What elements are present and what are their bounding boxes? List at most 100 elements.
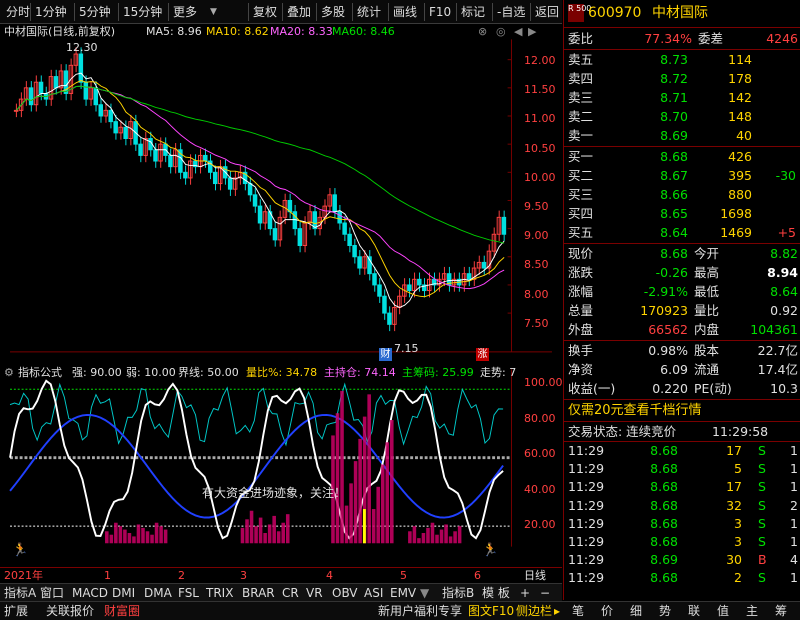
bid-row: 买二 8.67 395 -30	[564, 166, 800, 185]
tab-vr[interactable]: VR	[306, 585, 323, 601]
tick-row: 11:29 8.68 3 S 1	[564, 515, 800, 533]
fin-value: 10.3	[770, 381, 798, 396]
back-button[interactable]: 返回	[530, 3, 559, 21]
tab-fenshi[interactable]: 分时	[6, 3, 30, 21]
promo-link[interactable]: 仅需20元查看千档行情	[568, 401, 702, 420]
bottom-tab-shi[interactable]: 势	[659, 603, 671, 619]
zoom-in-icon[interactable]: +	[520, 585, 530, 601]
ask-price: 8.72	[660, 71, 688, 86]
tab-template[interactable]: 模 板	[482, 585, 510, 601]
tick-count: 2	[790, 497, 798, 513]
tab-asi[interactable]: ASI	[364, 585, 383, 601]
f10-graphic-link[interactable]: 图文F10	[468, 603, 514, 619]
tab-1min[interactable]: 1分钟	[30, 3, 67, 21]
ask-volume: 114	[728, 52, 752, 67]
ask-price: 8.71	[660, 90, 688, 105]
quote-label: 涨跌	[568, 265, 594, 280]
indicator-name[interactable]: 指标公式	[18, 365, 62, 381]
indicator-tick: 80.00	[524, 411, 556, 425]
time-label: 3	[240, 569, 247, 582]
period-label[interactable]: 日线	[524, 568, 546, 584]
tab-indicator-b[interactable]: 指标B	[442, 585, 474, 601]
bottom-tab-lian[interactable]: 联	[688, 603, 700, 619]
tab-cr[interactable]: CR	[282, 585, 299, 601]
bottom-tab-xi[interactable]: 细	[630, 603, 642, 619]
new-user-link[interactable]: 新用户福利专享	[378, 603, 462, 619]
huaxian-button[interactable]: 画线	[388, 3, 417, 21]
ask-level: 卖五	[568, 52, 594, 67]
bid-level: 买三	[568, 187, 594, 202]
tab-dmi[interactable]: DMI	[112, 585, 135, 601]
sidebar-link[interactable]: 侧边栏	[516, 603, 552, 619]
tab-fsl[interactable]: FSL	[178, 585, 199, 601]
price-tick: 8.50	[524, 258, 549, 272]
kline-chart[interactable]	[0, 24, 562, 564]
tab-window[interactable]: 窗口	[40, 585, 64, 601]
tab-more[interactable]: 更多	[168, 3, 197, 21]
cai-badge[interactable]: 财	[379, 348, 392, 361]
trade-status-time: 11:29:58	[712, 424, 769, 439]
bottom-tab-chou[interactable]: 筹	[775, 603, 787, 619]
chevron-down-icon[interactable]: ▼	[210, 3, 217, 21]
quote-label: 外盘	[568, 322, 594, 337]
tongji-button[interactable]: 统计	[352, 3, 381, 21]
weibi-row: 委比 77.34% 委差 4246	[564, 29, 800, 48]
tick-row: 11:29 8.68 17 S 1	[564, 478, 800, 496]
tick-count: 1	[790, 534, 798, 549]
zhang-badge[interactable]: 涨	[476, 348, 489, 361]
bottom-tab-bi[interactable]: 笔	[572, 603, 584, 619]
weicha-value: 4246	[766, 31, 798, 46]
quote-value: 170923	[640, 303, 688, 318]
indicator-ruo: 弱: 10.00	[126, 366, 176, 379]
tab-indicator-a[interactable]: 指标A	[4, 585, 36, 601]
bottom-tab-zhu[interactable]: 主	[746, 603, 758, 619]
wealth-circle-tab[interactable]: 财富圈	[104, 603, 140, 619]
runner-icon: 🏃	[12, 543, 29, 558]
bottom-tab-jia[interactable]: 价	[601, 603, 613, 619]
quote-label: 现价	[568, 246, 594, 261]
fin-value: 0.98%	[648, 343, 688, 358]
chevron-right-icon[interactable]: ▸	[554, 603, 560, 619]
price-tick: 11.50	[524, 83, 556, 97]
diejia-button[interactable]: 叠加	[282, 3, 311, 21]
tick-price: 8.68	[650, 497, 678, 513]
bottom-tab-zhi[interactable]: 值	[717, 603, 729, 619]
chevron-down-icon[interactable]: ▼	[420, 585, 429, 601]
tab-brar[interactable]: BRAR	[242, 585, 275, 601]
biaoji-button[interactable]: 标记	[456, 3, 485, 21]
tick-count: 1	[790, 443, 798, 458]
ask-price: 8.70	[660, 109, 688, 124]
duogu-button[interactable]: 多股	[316, 3, 345, 21]
tab-dma[interactable]: DMA	[144, 585, 172, 601]
tick-count: 1	[790, 461, 798, 477]
zixuan-button[interactable]: -自选	[492, 3, 525, 21]
gear-icon[interactable]: ⚙	[4, 365, 14, 381]
tick-side: B	[758, 552, 767, 568]
tick-time: 11:29	[568, 497, 605, 513]
tab-trix[interactable]: TRIX	[206, 585, 233, 601]
bid-price: 8.67	[660, 168, 688, 183]
related-quote-tab[interactable]: 关联报价	[46, 603, 94, 619]
promo-row[interactable]: 仅需20元查看千档行情	[564, 401, 800, 420]
tick-count: 1	[790, 570, 798, 586]
price-tick: 10.50	[524, 141, 556, 155]
expand-button[interactable]: 扩展	[4, 603, 28, 619]
quote-label: 量比	[694, 303, 720, 318]
fin-label: 收益(一)	[568, 381, 616, 396]
tab-15min[interactable]: 15分钟	[118, 3, 162, 21]
tab-obv[interactable]: OBV	[332, 585, 358, 601]
fin-label: 换手	[568, 343, 594, 358]
fin-row: 换手 0.98% 股本 22.7亿	[564, 341, 800, 360]
tick-count: 1	[790, 515, 798, 531]
tab-emv[interactable]: EMV	[390, 585, 416, 601]
bid-row: 买五 8.64 1469 +5	[564, 223, 800, 242]
zoom-out-icon[interactable]: −	[540, 585, 550, 601]
f10-button[interactable]: F10	[424, 3, 451, 21]
quote-panel: R 500 600970 中材国际 委比 77.34% 委差 4246 卖五 8…	[563, 0, 800, 600]
quote-label: 内盘	[694, 322, 720, 337]
fuquan-button[interactable]: 复权	[248, 3, 277, 21]
bid-price: 8.65	[660, 206, 688, 221]
tick-price: 8.68	[650, 515, 678, 531]
tab-5min[interactable]: 5分钟	[74, 3, 111, 21]
tab-macd[interactable]: MACD	[72, 585, 108, 601]
